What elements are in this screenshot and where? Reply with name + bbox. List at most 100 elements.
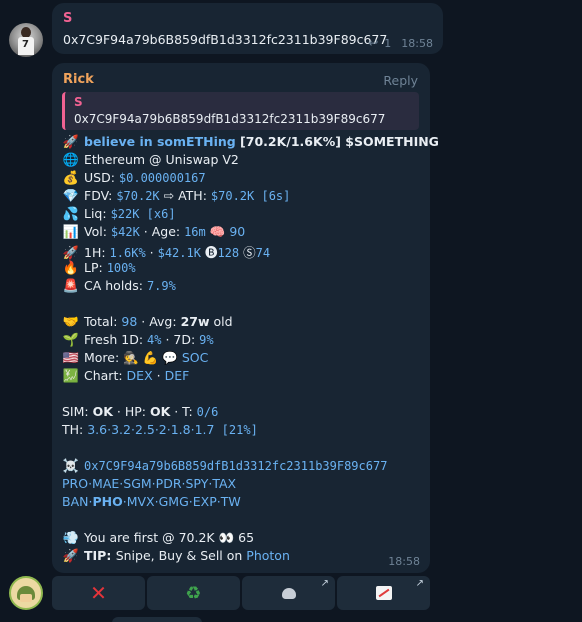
mae-link[interactable]: MAE: [92, 476, 119, 491]
fdv-value[interactable]: $70.2K: [116, 189, 159, 203]
diamond-icon: 💎: [62, 189, 80, 204]
chain-text: Ethereum @ Uniswap V2: [84, 152, 239, 167]
first-text: You are first @ 70.2K: [84, 530, 215, 545]
photon-link[interactable]: Photon: [246, 548, 290, 563]
ban-link[interactable]: BAN: [62, 494, 88, 509]
avatar-s[interactable]: 7: [9, 23, 43, 57]
mvx-link[interactable]: MVX: [127, 494, 155, 509]
usd-label: USD:: [84, 170, 119, 185]
liq-value[interactable]: $22K [x6]: [111, 207, 176, 221]
tip-text: Snipe, Buy & Sell on: [115, 548, 247, 563]
th-pct[interactable]: [21%]: [214, 423, 258, 437]
globe-icon: 🌐: [62, 153, 80, 168]
chart-icon: [375, 586, 392, 600]
spy-link[interactable]: SPY: [186, 476, 209, 491]
close-icon: ✕: [90, 581, 107, 605]
gmg-link[interactable]: GMG: [159, 494, 189, 509]
vol-line: 📊 Vol: $42K · Age: 16m 🧠 90: [62, 224, 245, 240]
siren-icon: 🚨: [62, 279, 80, 294]
dex-link[interactable]: DEX: [127, 368, 153, 383]
vol-value[interactable]: $42K: [111, 225, 140, 239]
token-ticker: $SOMETHING: [345, 134, 439, 149]
sender-name[interactable]: S: [63, 11, 72, 26]
ath-value[interactable]: $70.2K [6s]: [211, 189, 290, 203]
hour-line: 🚀 1H: 1.6K% · $42.1K 🅑128 Ⓢ74: [62, 242, 270, 261]
lp-label: LP:: [84, 260, 107, 275]
speech-bubble-icon[interactable]: 💬: [162, 350, 178, 365]
contract-line: ☠️ 0x7C9F94a79b6B859dfB1d3312fc2311b39F89…: [62, 458, 388, 474]
token-name-link[interactable]: believe in somETHing: [84, 134, 236, 149]
fresh-7d[interactable]: 9%: [199, 333, 213, 347]
usd-value[interactable]: $0.000000167: [119, 171, 206, 185]
droplets-icon: 💦: [62, 207, 80, 222]
reply-count: 1: [384, 37, 392, 50]
pro-link[interactable]: PRO: [62, 476, 88, 491]
sim-label: SIM:: [62, 404, 93, 419]
vol-label: Vol:: [84, 224, 111, 239]
t-label: · T:: [170, 404, 197, 419]
seedling-icon: 🌱: [62, 333, 80, 348]
external-link-icon: ↗: [415, 578, 424, 589]
rocket-icon: 🚀: [62, 246, 80, 261]
refresh-button[interactable]: ♻: [147, 576, 240, 610]
token-title-line: 🚀 believe in somETHing [70.2K/1.6K%] $SOM…: [62, 134, 439, 150]
avatar-number: 7: [22, 39, 29, 50]
def-link[interactable]: DEF: [165, 368, 190, 383]
usd-line: 💰 USD: $0.000000167: [62, 170, 206, 186]
soc-link[interactable]: SOC: [182, 350, 209, 365]
sgm-link[interactable]: SGM: [123, 476, 151, 491]
age-value[interactable]: 16m: [184, 225, 206, 239]
pdr-link[interactable]: PDR: [156, 476, 182, 491]
quoted-message[interactable]: S 0x7C9F94a79b6B859dfB1d3312fc2311b39F89…: [62, 92, 419, 130]
hour-amount[interactable]: $42.1K: [158, 246, 201, 260]
delete-button[interactable]: ✕: [52, 576, 145, 610]
muscle-icon[interactable]: 💪: [143, 350, 159, 365]
brain-icon: 🧠: [209, 224, 226, 239]
th-values[interactable]: 3.6·3.2·2.5·2·1.8·1.7: [87, 422, 214, 437]
recycle-icon: ♻: [185, 582, 202, 604]
t-value[interactable]: 0/6: [197, 405, 219, 419]
message-bubble-rick[interactable]: Rick Reply S 0x7C9F94a79b6B859dfB1d3312f…: [52, 63, 439, 573]
tools-links-row-1: PRO·MAE·SGM·PDR·SPY·TAX: [62, 476, 237, 491]
fire-icon: 🔥: [62, 261, 80, 276]
fresh-7d-label: · 7D:: [161, 332, 200, 347]
rocket-icon: 🚀: [62, 135, 80, 150]
buy-count[interactable]: 128: [217, 246, 239, 260]
message-time: 18:58: [388, 555, 420, 568]
avatar-rick[interactable]: [9, 576, 43, 610]
spy-icon[interactable]: 🕵: [123, 350, 139, 365]
exp-link[interactable]: EXP: [193, 494, 217, 509]
contract-address[interactable]: 0x7C9F94a79b6B859dfB1d3312fc2311b39F89c6…: [84, 459, 387, 473]
avatar-face: [20, 594, 32, 602]
tw-link[interactable]: TW: [221, 494, 241, 509]
total-value[interactable]: 98: [121, 314, 137, 329]
total-label: Total:: [84, 314, 122, 329]
tip-label: TIP:: [84, 548, 116, 563]
lp-value[interactable]: 100%: [107, 261, 136, 275]
reply-link[interactable]: Reply: [383, 73, 418, 88]
chart-link-button[interactable]: ↗: [337, 576, 430, 610]
sell-icon: Ⓢ: [243, 245, 256, 260]
pho-link[interactable]: PHO: [92, 494, 122, 509]
brain-value[interactable]: 90: [229, 224, 245, 239]
avg-value: 27w: [180, 314, 210, 329]
message-bubble-s[interactable]: S 0x7C9F94a79b6B859dfB1d3312fc2311b39F89…: [52, 3, 443, 54]
tax-link[interactable]: TAX: [212, 476, 236, 491]
fresh-1d[interactable]: 4%: [147, 333, 161, 347]
th-line: TH: 3.6·3.2·2.5·2·1.8·1.7 [21%]: [62, 422, 258, 437]
separator: ·: [145, 245, 158, 260]
ca-holds-value[interactable]: 7.9%: [147, 279, 176, 293]
quote-text: 0x7C9F94a79b6B859dfB1d3312fc2311b39F89c6…: [74, 112, 386, 126]
hp-label: · HP:: [112, 404, 150, 419]
ca-holds-label: CA holds:: [84, 278, 147, 293]
ath-label: ⇨ ATH:: [159, 188, 211, 203]
buy-icon: 🅑: [204, 245, 218, 260]
fdv-line: 💎 FDV: $70.2K ⇨ ATH: $70.2K [6s]: [62, 188, 290, 204]
sender-name[interactable]: Rick: [63, 72, 94, 87]
ghost-link-button[interactable]: ↗: [242, 576, 335, 610]
us-flag-icon: 🇺🇸: [62, 351, 80, 366]
hour-pct[interactable]: 1.6K%: [110, 246, 146, 260]
avg-suffix: old: [209, 314, 233, 329]
sell-count[interactable]: 74: [256, 246, 270, 260]
fresh-label: Fresh 1D:: [84, 332, 148, 347]
